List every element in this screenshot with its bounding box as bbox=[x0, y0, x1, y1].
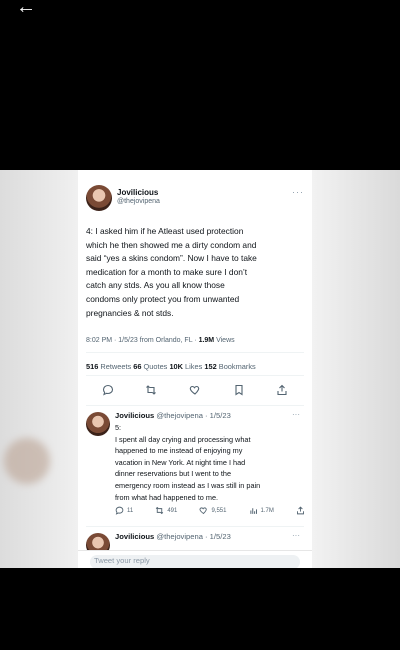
avatar[interactable] bbox=[86, 412, 110, 436]
bookmarks-label[interactable]: Bookmarks bbox=[217, 362, 256, 371]
reply-action-bar: 11 491 9,551 1.7M bbox=[115, 506, 305, 515]
tweet-action-bar bbox=[86, 382, 304, 398]
retweet-icon bbox=[146, 385, 157, 395]
reply-button[interactable] bbox=[100, 382, 116, 398]
reply-text-line: dinner reservations but I went to the bbox=[115, 469, 232, 479]
views-count: 1.7M bbox=[260, 507, 274, 514]
reply-text-line: I spent all day crying and processing wh… bbox=[115, 434, 251, 444]
bottom-bar bbox=[0, 568, 400, 650]
reply-icon bbox=[115, 506, 124, 515]
retweet-button[interactable]: 491 bbox=[155, 506, 177, 515]
reply-count: 11 bbox=[127, 507, 134, 514]
like-button[interactable]: 9,551 bbox=[199, 506, 226, 515]
share-icon bbox=[277, 384, 287, 396]
reply-tweet[interactable]: Jovilicious @thejovipena · 1/5/23 ··· bbox=[78, 531, 312, 557]
reply-author-name[interactable]: Jovilicious bbox=[115, 532, 154, 541]
retweets-count[interactable]: 516 bbox=[86, 362, 98, 371]
divider bbox=[86, 375, 304, 376]
likes-count[interactable]: 10K bbox=[169, 362, 183, 371]
author-name[interactable]: Jovilicious bbox=[117, 188, 158, 197]
reply-icon bbox=[102, 384, 113, 396]
bookmark-button[interactable] bbox=[231, 382, 247, 398]
tweet-text-line: which he then showed me a dirty condom a… bbox=[86, 239, 257, 250]
analytics-icon bbox=[249, 508, 257, 514]
tweet-text-line: medication for a month to make sure I do… bbox=[86, 266, 248, 277]
tweet-text-line: 4: I asked him if he Atleast used protec… bbox=[86, 226, 244, 236]
tweet-text-line: said “yes a skins condom”. Now I have to… bbox=[86, 253, 257, 264]
reply-button[interactable]: 11 bbox=[115, 506, 133, 515]
more-options-icon[interactable]: ··· bbox=[292, 187, 304, 197]
share-button[interactable] bbox=[274, 382, 290, 398]
blurred-background-left bbox=[0, 170, 78, 568]
reply-input[interactable]: Tweet your reply bbox=[90, 555, 300, 568]
tweet-stats: 516 Retweets 66 Quotes 10K Likes 152 Boo… bbox=[86, 362, 256, 371]
reply-author-name[interactable]: Jovilicious bbox=[115, 411, 154, 420]
like-button[interactable] bbox=[187, 382, 203, 398]
blurred-background-right bbox=[312, 170, 400, 568]
divider bbox=[86, 405, 304, 406]
top-bar: ← bbox=[0, 0, 400, 170]
retweets-label[interactable]: Retweets bbox=[98, 362, 133, 371]
tweet-text: 4: I asked him if he Atleast used protec… bbox=[86, 225, 308, 320]
views-label: Views bbox=[214, 337, 235, 344]
quotes-label[interactable]: Quotes bbox=[142, 362, 170, 371]
reply-text-line: emergency room instead as I was still in… bbox=[115, 480, 261, 490]
divider bbox=[86, 352, 304, 353]
more-options-icon[interactable]: ··· bbox=[292, 410, 300, 419]
like-count: 9,551 bbox=[211, 507, 227, 514]
reply-composer: Tweet your reply bbox=[78, 550, 312, 568]
reply-header: Jovilicious @thejovipena · 1/5/23 bbox=[115, 532, 231, 541]
retweet-count: 491 bbox=[167, 507, 178, 514]
author-handle[interactable]: @thejovipena bbox=[117, 198, 160, 205]
avatar[interactable] bbox=[86, 185, 112, 211]
tweet-text-line: catch any stds. As you all know those bbox=[86, 280, 225, 291]
reply-text-line: vacation in New York. At night time I ha… bbox=[115, 457, 246, 467]
heart-icon bbox=[189, 385, 200, 395]
reply-handle-date: @thejovipena · 1/5/23 bbox=[156, 411, 231, 420]
tweet-text-line: pregnancies & not stds. bbox=[86, 307, 174, 318]
share-button[interactable] bbox=[296, 506, 305, 515]
tweet-meta: 8:02 PM · 1/5/23 from Orlando, FL · 1.9M… bbox=[86, 337, 235, 344]
back-button[interactable]: ← bbox=[16, 0, 46, 22]
reply-text-line: 5: bbox=[115, 423, 122, 432]
retweet-button[interactable] bbox=[143, 382, 159, 398]
views-count[interactable]: 1.9M bbox=[199, 337, 215, 344]
bookmark-icon bbox=[235, 384, 243, 396]
arrow-left-icon: ← bbox=[16, 0, 36, 18]
tweet-text-line: condoms only protect you from unwanted bbox=[86, 293, 240, 304]
retweet-icon bbox=[156, 506, 164, 515]
reply-text-line: from what had happened to me. bbox=[115, 492, 219, 502]
divider bbox=[86, 526, 304, 527]
heart-icon bbox=[199, 507, 208, 515]
reply-handle-date: @thejovipena · 1/5/23 bbox=[156, 532, 231, 541]
reply-header: Jovilicious @thejovipena · 1/5/23 bbox=[115, 411, 231, 420]
tweet-time-place: 8:02 PM · 1/5/23 from Orlando, FL · bbox=[86, 337, 199, 344]
screenshot-stage: Jovilicious @thejovipena ··· 4: I asked … bbox=[0, 170, 400, 568]
likes-label[interactable]: Likes bbox=[183, 362, 204, 371]
bookmarks-count[interactable]: 152 bbox=[204, 362, 216, 371]
views-button[interactable]: 1.7M bbox=[249, 506, 274, 515]
reply-text-line: happened to me instead of enjoying my bbox=[115, 446, 243, 456]
share-icon bbox=[297, 506, 304, 515]
tweet-card: Jovilicious @thejovipena ··· 4: I asked … bbox=[78, 170, 312, 568]
quotes-count[interactable]: 66 bbox=[133, 362, 141, 371]
more-options-icon[interactable]: ··· bbox=[292, 531, 300, 540]
reply-tweet[interactable]: Jovilicious @thejovipena · 1/5/23 ··· 5:… bbox=[78, 410, 312, 520]
reply-text: 5: I spent all day crying and processing… bbox=[115, 422, 307, 503]
